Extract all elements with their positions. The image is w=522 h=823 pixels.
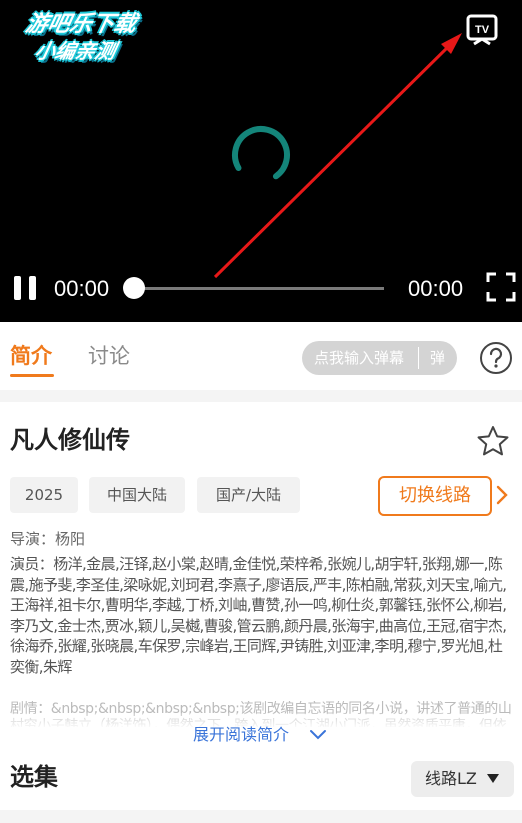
watermark-line2: 小编亲测 xyxy=(32,39,118,63)
watermark-line1: 游吧乐下载 xyxy=(23,12,139,37)
tag-region: 中国大陆 xyxy=(89,477,185,513)
chevron-right-icon[interactable] xyxy=(494,484,510,506)
tv-cast-icon[interactable]: TV xyxy=(464,12,500,48)
help-icon[interactable] xyxy=(479,341,513,375)
caret-down-icon xyxy=(487,774,499,783)
watermark-logo: 游吧乐下载 小编亲测 xyxy=(2,12,153,64)
progress-bar[interactable] xyxy=(134,287,384,290)
show-title: 凡人修仙传 xyxy=(10,426,130,454)
route-select[interactable]: 线路LZ xyxy=(411,761,514,797)
episode-list-top xyxy=(0,810,522,823)
progress-knob[interactable] xyxy=(123,277,145,299)
total-time: 00:00 xyxy=(408,276,464,301)
danmaku-divider xyxy=(418,347,419,369)
current-time: 00:00 xyxy=(54,276,110,301)
cast-list: 演员：杨洋,金晨,汪铎,赵小棠,赵晴,金佳悦,荣梓希,张婉儿,胡宇轩,张翔,娜一… xyxy=(10,555,507,676)
danmaku-bar: 点我输入弹幕 弹 xyxy=(302,341,457,375)
expand-synopsis-link[interactable]: 展开阅读简介 xyxy=(193,724,289,746)
pause-icon[interactable] xyxy=(10,270,42,306)
section-divider xyxy=(0,390,522,402)
fullscreen-icon[interactable] xyxy=(485,271,517,303)
tag-genre: 国产/大陆 xyxy=(197,477,300,513)
tab-intro[interactable]: 简介 xyxy=(10,342,52,370)
tab-active-indicator xyxy=(10,374,54,377)
tab-discuss[interactable]: 讨论 xyxy=(88,342,130,370)
loading-spinner xyxy=(232,126,290,184)
tag-year: 2025 xyxy=(10,477,78,513)
chevron-down-icon[interactable] xyxy=(309,728,327,742)
video-player[interactable]: 游吧乐下载 小编亲测 TV 00:00 00:00 xyxy=(0,0,522,322)
director: 导演：杨阳 xyxy=(10,530,86,548)
tab-bar: 简介 讨论 点我输入弹幕 弹 xyxy=(0,322,522,390)
danmaku-input[interactable]: 点我输入弹幕 xyxy=(314,341,404,375)
route-label: 线路LZ xyxy=(425,769,477,788)
danmaku-toggle-button[interactable]: 弹 xyxy=(430,341,445,375)
video-detail-page: 游吧乐下载 小编亲测 TV 00:00 00:00 简介 讨论 点我输入弹幕 弹… xyxy=(0,0,522,823)
star-icon[interactable] xyxy=(476,424,510,458)
episodes-title: 选集 xyxy=(10,763,58,791)
svg-text:TV: TV xyxy=(475,24,490,36)
switch-line-button[interactable]: 切换线路 xyxy=(378,476,492,516)
